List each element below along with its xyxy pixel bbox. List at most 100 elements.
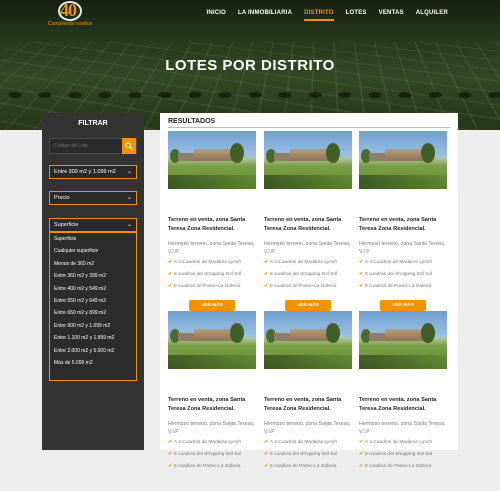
surface-option[interactable]: Entre 900 m2 y 1.099 m2 [50, 320, 136, 332]
lot-feature: ✔ 8 cuadras de Paseo La Galería [359, 464, 447, 469]
surface-select[interactable]: Superficie ⌄ [49, 218, 137, 232]
lot-code-search [49, 138, 137, 154]
lot-description: Hermoso terreno, zona Santa Teresa, V.I.… [264, 240, 352, 256]
lot-description: Hermoso terreno, zona Santa Teresa, V.I.… [168, 420, 256, 436]
lot-photo[interactable] [168, 131, 256, 189]
surface-option[interactable]: Superficie [50, 233, 136, 245]
lot-code-input[interactable] [50, 139, 124, 153]
lot-feature: ✔ 8 cuadras del Shopping Del Sol [264, 272, 352, 277]
check-icon: ✔ [359, 284, 363, 289]
check-icon: ✔ [264, 260, 268, 265]
lot-feature: ✔ 8 cuadras de Paseo La Galería [264, 284, 352, 289]
lot-feature: ✔ A 4 Cuadros de Madame Lynch [264, 260, 352, 265]
view-more-button[interactable]: VER MÁS [285, 300, 331, 311]
surface-option[interactable]: Entre 650 m2 y 899 m2 [50, 307, 136, 319]
hero-banner: 40 Cumpliendo sueños INICIO LA INMOBILIA… [0, 0, 500, 130]
nav-item-ventas[interactable]: VENTAS [379, 10, 404, 21]
nav-item-distrito[interactable]: DISTRITO [304, 10, 334, 21]
check-icon: ✔ [264, 284, 268, 289]
chevron-down-icon: ⌄ [127, 219, 132, 231]
chevron-down-icon: ⌄ [127, 192, 132, 204]
view-more-button[interactable]: VER MÁS [380, 300, 426, 311]
lot-feature: ✔ 8 cuadras de Paseo La Galería [168, 464, 256, 469]
lot-photo[interactable] [168, 311, 256, 369]
lot-title[interactable]: Terreno en venta, zona Santa Teresa Zona… [168, 396, 256, 414]
surface-option[interactable]: Entre 360 m2 y 399 m2 [50, 270, 136, 282]
surface-option[interactable]: Entre 550 m2 y 649 m2 [50, 295, 136, 307]
lot-feature: ✔ 8 cuadras de Paseo La Galería [168, 284, 256, 289]
check-icon: ✔ [359, 452, 363, 457]
lot-description: Hermoso terreno, zona Santa Teresa, V.I.… [168, 240, 256, 256]
check-icon: ✔ [359, 260, 363, 265]
lot-card: Terreno en venta, zona Santa Teresa Zona… [264, 131, 352, 311]
nav-item-lotes[interactable]: LOTES [346, 10, 367, 21]
surface-options-list: Superficie Cualquier superficie Menos de… [49, 232, 137, 381]
logo-number: 40 [60, 0, 76, 21]
nav-item-la-inmobiliaria[interactable]: LA INMOBILIARIA [238, 10, 292, 21]
nav-item-inicio[interactable]: INICIO [206, 10, 226, 21]
lot-feature: ✔ A 4 Cuadros de Madame Lynch [359, 440, 447, 445]
lot-feature: ✔ A 4 Cuadros de Madame Lynch [359, 260, 447, 265]
lot-card: Terreno en venta, zona Santa Teresa Zona… [168, 311, 256, 491]
lot-title[interactable]: Terreno en venta, zona Santa Teresa Zona… [168, 216, 256, 234]
page-title: LOTES POR DISTRITO [0, 57, 500, 74]
view-more-button[interactable]: VER MÁS [189, 300, 235, 311]
lot-card: Terreno en venta, zona Santa Teresa Zona… [264, 311, 352, 491]
surface-option[interactable]: Entre 1.100 m2 y 1.999 m2 [50, 332, 136, 344]
check-icon: ✔ [264, 464, 268, 469]
check-icon: ✔ [168, 452, 172, 457]
nav-item-alquiler[interactable]: ALQUILER [416, 10, 448, 21]
surface-option[interactable]: Más de 5.000 m2 [50, 357, 136, 369]
check-icon: ✔ [168, 272, 172, 277]
results-title: RESULTADOS [168, 118, 215, 125]
lot-feature: ✔ 8 cuadras del Shopping Del Sol [168, 272, 256, 277]
surface-option[interactable]: Cualquier superficie [50, 245, 136, 257]
check-icon: ✔ [264, 272, 268, 277]
surface-option[interactable]: Entre 400 m2 y 549 m2 [50, 283, 136, 295]
search-icon [125, 142, 133, 150]
check-icon: ✔ [168, 260, 172, 265]
lot-photo[interactable] [359, 131, 447, 189]
lot-title[interactable]: Terreno en venta, zona Santa Teresa Zona… [264, 396, 352, 414]
main-nav: INICIO LA INMOBILIARIA DISTRITO LOTES VE… [194, 10, 448, 21]
lot-description: Hermoso terreno, zona Santa Teresa, V.I.… [359, 420, 447, 436]
check-icon: ✔ [359, 272, 363, 277]
lot-feature: ✔ A 4 Cuadros de Madame Lynch [168, 260, 256, 265]
check-icon: ✔ [168, 440, 172, 445]
check-icon: ✔ [168, 284, 172, 289]
check-icon: ✔ [359, 464, 363, 469]
search-button[interactable] [122, 138, 136, 154]
lot-card: Terreno en venta, zona Santa Teresa Zona… [359, 131, 447, 311]
lot-feature: ✔ 8 cuadras del Shopping Del Sol [264, 452, 352, 457]
filter-sidebar: FILTRAR Entre 900 m2 y 1.099 m2 ⌄ Precio… [42, 113, 144, 450]
surface-option[interactable]: Menos de 360 m2 [50, 258, 136, 270]
price-select[interactable]: Precio ⌄ [49, 191, 137, 205]
check-icon: ✔ [168, 464, 172, 469]
surface-select-value: Superficie [54, 222, 78, 228]
check-icon: ✔ [264, 440, 268, 445]
size-select-value: Entre 900 m2 y 1.099 m2 [54, 169, 116, 175]
lot-photo[interactable] [264, 311, 352, 369]
price-select-value: Precio [54, 195, 70, 201]
filter-title: FILTRAR [42, 120, 144, 127]
lot-description: Hermoso terreno, zona Santa Teresa, V.I.… [359, 240, 447, 256]
size-select[interactable]: Entre 900 m2 y 1.099 m2 ⌄ [49, 165, 137, 179]
lot-feature: ✔ 8 cuadras del Shopping Del Sol [359, 272, 447, 277]
lot-feature: ✔ 8 cuadras del Shopping Del Sol [359, 452, 447, 457]
lot-title[interactable]: Terreno en venta, zona Santa Teresa Zona… [359, 396, 447, 414]
lot-card: Terreno en venta, zona Santa Teresa Zona… [359, 311, 447, 491]
check-icon: ✔ [264, 452, 268, 457]
results-divider [168, 127, 450, 128]
lot-title[interactable]: Terreno en venta, zona Santa Teresa Zona… [359, 216, 447, 234]
lot-feature: ✔ A 4 Cuadros de Madame Lynch [168, 440, 256, 445]
lot-feature: ✔ 8 cuadras de Paseo La Galería [264, 464, 352, 469]
surface-option[interactable]: Entre 2.000 m2 y 5.000 m2 [50, 345, 136, 357]
lot-feature: ✔ A 4 Cuadros de Madame Lynch [264, 440, 352, 445]
lot-feature: ✔ 8 cuadras de Paseo La Galería [359, 284, 447, 289]
lot-photo[interactable] [359, 311, 447, 369]
site-logo[interactable]: 40 Cumpliendo sueños [48, 0, 100, 30]
chevron-down-icon: ⌄ [127, 166, 132, 178]
lot-photo[interactable] [264, 131, 352, 189]
lot-description: Hermoso terreno, zona Santa Teresa, V.I.… [264, 420, 352, 436]
lot-title[interactable]: Terreno en venta, zona Santa Teresa Zona… [264, 216, 352, 234]
